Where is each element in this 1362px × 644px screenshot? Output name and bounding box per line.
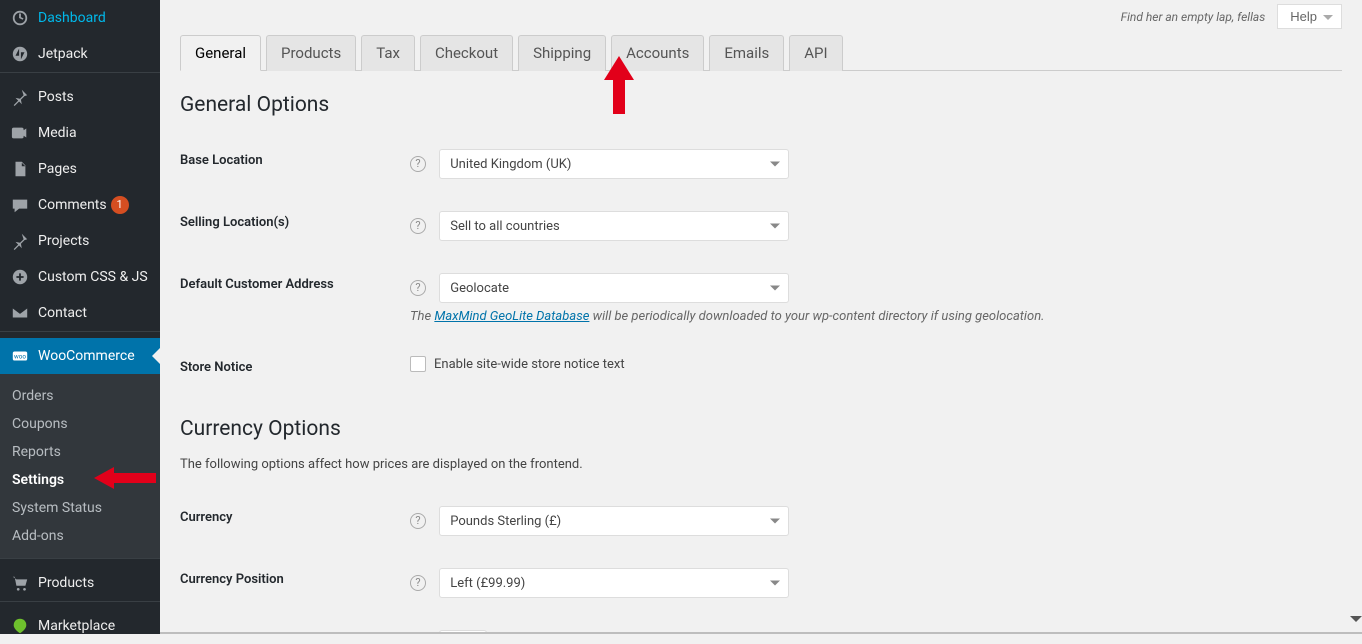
- help-tip-icon[interactable]: ?: [410, 218, 426, 234]
- selling-locations-select[interactable]: Sell to all countries: [439, 211, 789, 241]
- submenu-item-orders[interactable]: Orders: [0, 382, 160, 410]
- sidebar-item-projects[interactable]: Projects: [0, 223, 160, 259]
- comments-icon: [10, 195, 30, 215]
- tab-shipping[interactable]: Shipping: [518, 35, 606, 71]
- sidebar-separator: [0, 72, 160, 73]
- tab-emails[interactable]: Emails: [709, 35, 784, 71]
- help-dropdown-button[interactable]: Help: [1277, 4, 1342, 29]
- sidebar-item-pages[interactable]: Pages: [0, 151, 160, 187]
- sidebar-label: Products: [38, 575, 94, 591]
- dashboard-icon: [10, 8, 30, 28]
- thousand-separator-label: Thousand Separator: [180, 614, 400, 634]
- sidebar-label: Pages: [38, 161, 77, 177]
- settings-tabs: General Products Tax Checkout Shipping A…: [180, 29, 1342, 71]
- sidebar-label: Custom CSS & JS: [38, 269, 148, 285]
- submenu-item-settings[interactable]: Settings: [0, 466, 160, 494]
- sidebar-item-products[interactable]: Products: [0, 565, 160, 601]
- sidebar-label: Jetpack: [38, 46, 88, 62]
- sidebar-separator: [0, 558, 160, 559]
- pages-icon: [10, 159, 30, 179]
- tagline-text: Find her an empty lap, fellas: [1121, 10, 1266, 24]
- main-content: Find her an empty lap, fellas Help Gener…: [160, 0, 1362, 634]
- store-notice-checkbox[interactable]: [410, 356, 426, 372]
- arrow-up-annotation-icon: [604, 56, 634, 114]
- tab-tax[interactable]: Tax: [361, 35, 415, 71]
- currency-select[interactable]: Pounds Sterling (£): [439, 506, 789, 536]
- jetpack-icon: [10, 44, 30, 64]
- submenu-item-addons[interactable]: Add-ons: [0, 522, 160, 550]
- tab-general[interactable]: General: [180, 35, 261, 71]
- currency-options-table: Currency ? Pounds Sterling (£) Currency …: [180, 490, 1342, 634]
- general-options-heading: General Options: [180, 93, 1342, 117]
- cart-icon: [10, 573, 30, 593]
- default-customer-address-label: Default Customer Address: [180, 257, 400, 340]
- sidebar-label: WooCommerce: [38, 348, 135, 364]
- submenu-item-reports[interactable]: Reports: [0, 438, 160, 466]
- help-tip-icon[interactable]: ?: [410, 513, 426, 529]
- woocommerce-submenu: Orders Coupons Reports Settings System S…: [0, 374, 160, 558]
- currency-label: Currency: [180, 490, 400, 552]
- tab-products[interactable]: Products: [266, 35, 356, 71]
- help-tip-icon[interactable]: ?: [410, 280, 426, 296]
- hint-text: will be periodically downloaded to your …: [589, 309, 1044, 324]
- pushpin-icon: [10, 231, 30, 251]
- arrow-left-annotation-icon: [94, 467, 156, 493]
- sidebar-separator: [0, 331, 160, 332]
- general-options-table: Base Location ? United Kingdom (UK) Sell…: [180, 133, 1342, 395]
- default-customer-address-select[interactable]: Geolocate: [439, 273, 789, 303]
- sidebar-item-custom-css-js[interactable]: Custom CSS & JS: [0, 259, 160, 295]
- svg-text:woo: woo: [14, 353, 26, 361]
- pushpin-icon: [10, 87, 30, 107]
- sidebar-item-marketplace[interactable]: Marketplace: [0, 608, 160, 644]
- base-location-label: Base Location: [180, 133, 400, 195]
- store-notice-checkbox-label: Enable site-wide store notice text: [434, 357, 625, 372]
- sidebar-item-contact[interactable]: Contact: [0, 295, 160, 331]
- top-bar: Find her an empty lap, fellas Help: [180, 0, 1342, 29]
- sidebar-label: Projects: [38, 233, 89, 249]
- sidebar-label: Marketplace: [38, 618, 115, 634]
- sidebar-label: Dashboard: [38, 10, 106, 26]
- sidebar-label: Comments: [38, 197, 107, 213]
- sidebar-item-media[interactable]: Media: [0, 115, 160, 151]
- sidebar-item-comments[interactable]: Comments 1: [0, 187, 160, 223]
- currency-position-select[interactable]: Left (£99.99): [439, 568, 789, 598]
- sidebar-item-dashboard[interactable]: Dashboard: [0, 0, 160, 36]
- woocommerce-icon: woo: [10, 346, 30, 366]
- media-icon: [10, 123, 30, 143]
- scroll-down-indicator-icon[interactable]: [1350, 616, 1362, 628]
- selling-locations-label: Selling Location(s): [180, 195, 400, 257]
- help-tip-icon[interactable]: ?: [410, 575, 426, 591]
- hint-text: The: [410, 309, 434, 324]
- help-tip-icon[interactable]: ?: [410, 156, 426, 172]
- geolocation-hint: The MaxMind GeoLite Database will be per…: [410, 309, 1332, 324]
- tab-api[interactable]: API: [789, 35, 842, 71]
- submenu-label: Settings: [12, 472, 64, 488]
- base-location-select[interactable]: United Kingdom (UK): [439, 149, 789, 179]
- submenu-item-coupons[interactable]: Coupons: [0, 410, 160, 438]
- submenu-item-system-status[interactable]: System Status: [0, 494, 160, 522]
- admin-sidebar: Dashboard Jetpack Posts Media Pages Comm…: [0, 0, 160, 634]
- sidebar-separator: [0, 601, 160, 602]
- sidebar-item-jetpack[interactable]: Jetpack: [0, 36, 160, 72]
- sidebar-item-posts[interactable]: Posts: [0, 79, 160, 115]
- currency-options-description: The following options affect how prices …: [180, 457, 1342, 472]
- currency-position-label: Currency Position: [180, 552, 400, 614]
- sidebar-item-woocommerce[interactable]: woo WooCommerce: [0, 338, 160, 374]
- sidebar-label: Media: [38, 125, 77, 141]
- currency-options-heading: Currency Options: [180, 417, 1342, 441]
- maxmind-link[interactable]: MaxMind GeoLite Database: [434, 309, 589, 324]
- marketplace-icon: [10, 616, 30, 636]
- sidebar-label: Posts: [38, 89, 74, 105]
- comments-count-badge: 1: [111, 196, 129, 214]
- tab-checkout[interactable]: Checkout: [420, 35, 513, 71]
- plus-circle-icon: [10, 267, 30, 287]
- envelope-icon: [10, 303, 30, 323]
- sidebar-label: Contact: [38, 305, 87, 321]
- store-notice-label: Store Notice: [180, 340, 400, 395]
